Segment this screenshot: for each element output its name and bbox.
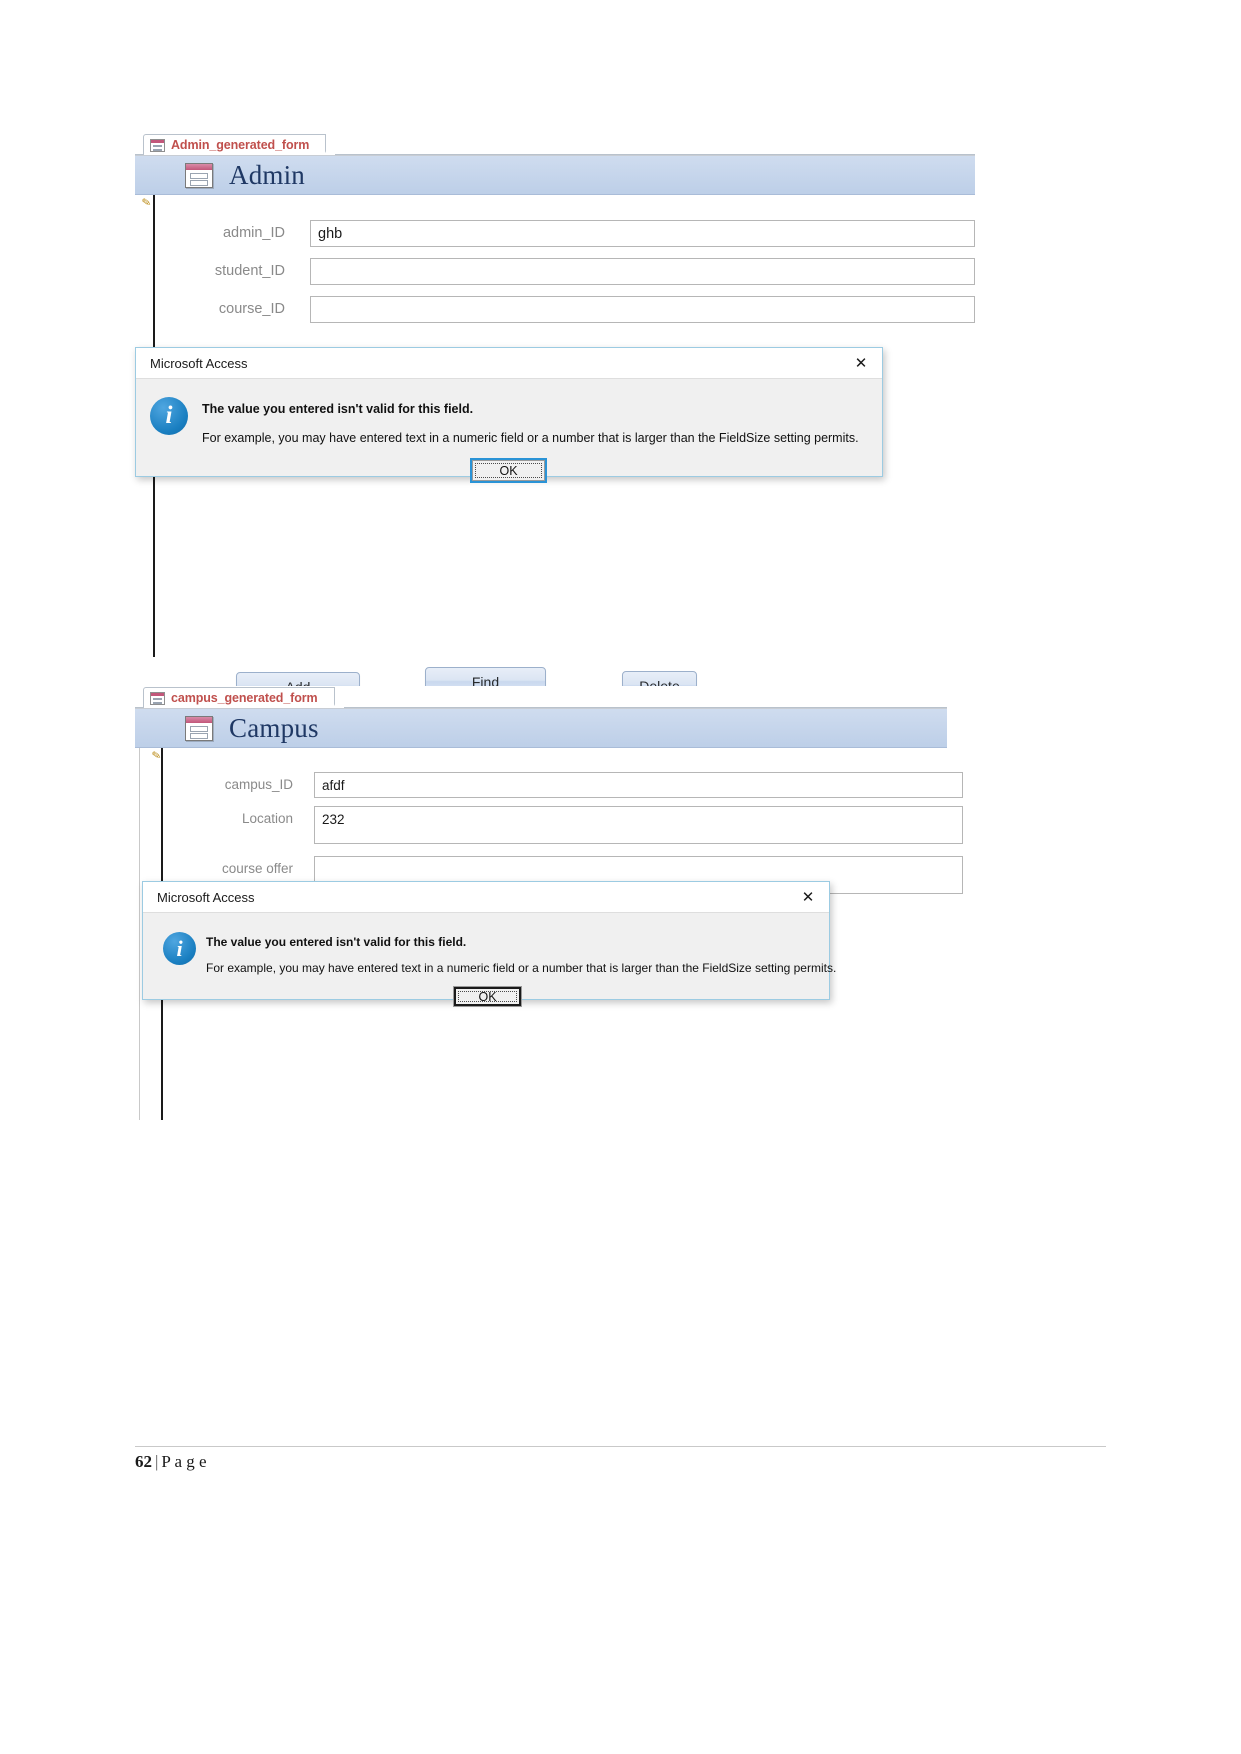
- student-id-input[interactable]: [310, 258, 975, 285]
- dialog-title: Microsoft Access: [150, 355, 248, 371]
- form-icon: [185, 162, 213, 188]
- field-row-campus-id: campus_ID: [183, 772, 963, 798]
- ok-button[interactable]: OK: [453, 986, 522, 1007]
- campus-error-dialog: Microsoft Access ✕ i The value you enter…: [142, 881, 836, 1007]
- close-icon[interactable]: ✕: [846, 352, 876, 374]
- location-input[interactable]: [314, 806, 963, 844]
- field-label-course-id: course_ID: [218, 301, 285, 317]
- admin-form-header: Admin: [135, 156, 975, 195]
- dialog-titlebar: Microsoft Access ✕: [136, 348, 882, 378]
- field-label-student-id: student_ID: [214, 263, 285, 279]
- record-selector-edge: [135, 748, 140, 1120]
- info-icon: i: [163, 932, 196, 965]
- tab-label: Admin_generated_form: [171, 138, 310, 152]
- info-icon-glyph: i: [165, 402, 173, 429]
- form-icon: [150, 691, 165, 705]
- field-label-admin-id: admin_ID: [222, 225, 285, 241]
- field-row-student-id: student_ID: [175, 258, 975, 285]
- campus-tabstrip: campus_generated_form: [135, 686, 947, 709]
- form-icon: [185, 715, 213, 741]
- footer-separator: |: [155, 1452, 159, 1471]
- close-icon[interactable]: ✕: [793, 886, 823, 908]
- pencil-icon: ✎: [140, 196, 153, 210]
- campus-id-input[interactable]: [314, 772, 963, 798]
- dialog-titlebar: Microsoft Access ✕: [143, 882, 829, 912]
- focus-ring: [458, 991, 517, 1002]
- field-row-location: Location: [183, 806, 963, 844]
- campus-form-header: Campus: [135, 709, 947, 748]
- admin-tabstrip: Admin_generated_form: [135, 133, 975, 156]
- tab-label: campus_generated_form: [171, 691, 318, 705]
- field-label-course-offer: course offer: [221, 861, 293, 876]
- page-title: Campus: [229, 712, 319, 743]
- dialog-body: i The value you entered isn't valid for …: [143, 912, 836, 1007]
- dialog-body: i The value you entered isn't valid for …: [136, 378, 882, 483]
- field-label-campus-id: campus_ID: [224, 777, 293, 792]
- footer-label: P a g e: [161, 1452, 207, 1471]
- dialog-message-detail: For example, you may have entered text i…: [206, 961, 837, 975]
- ok-button[interactable]: OK: [470, 458, 547, 483]
- focus-ring: [475, 463, 542, 478]
- dialog-message-primary: The value you entered isn't valid for th…: [202, 402, 474, 416]
- info-icon-glyph: i: [176, 935, 183, 961]
- dialog-message-primary: The value you entered isn't valid for th…: [206, 935, 467, 949]
- field-label-location: Location: [241, 811, 293, 826]
- footer-divider: [135, 1446, 1106, 1447]
- dialog-title: Microsoft Access: [157, 889, 255, 905]
- footer-page-number: 62: [135, 1452, 152, 1471]
- page-title: Admin: [229, 159, 306, 190]
- form-icon: [150, 138, 165, 152]
- tab-admin-generated-form[interactable]: Admin_generated_form: [143, 134, 336, 155]
- admin-id-input[interactable]: [310, 220, 975, 247]
- admin-error-dialog: Microsoft Access ✕ i The value you enter…: [135, 347, 883, 483]
- page-footer: 62 | P a g e: [135, 1452, 207, 1472]
- field-row-course-id: course_ID: [175, 296, 975, 323]
- info-icon: i: [150, 397, 188, 435]
- dialog-message-detail: For example, you may have entered text i…: [202, 431, 859, 445]
- pencil-icon: ✎: [150, 749, 163, 763]
- tab-campus-generated-form[interactable]: campus_generated_form: [143, 687, 344, 708]
- field-row-admin-id: admin_ID: [175, 220, 975, 247]
- course-id-input[interactable]: [310, 296, 975, 323]
